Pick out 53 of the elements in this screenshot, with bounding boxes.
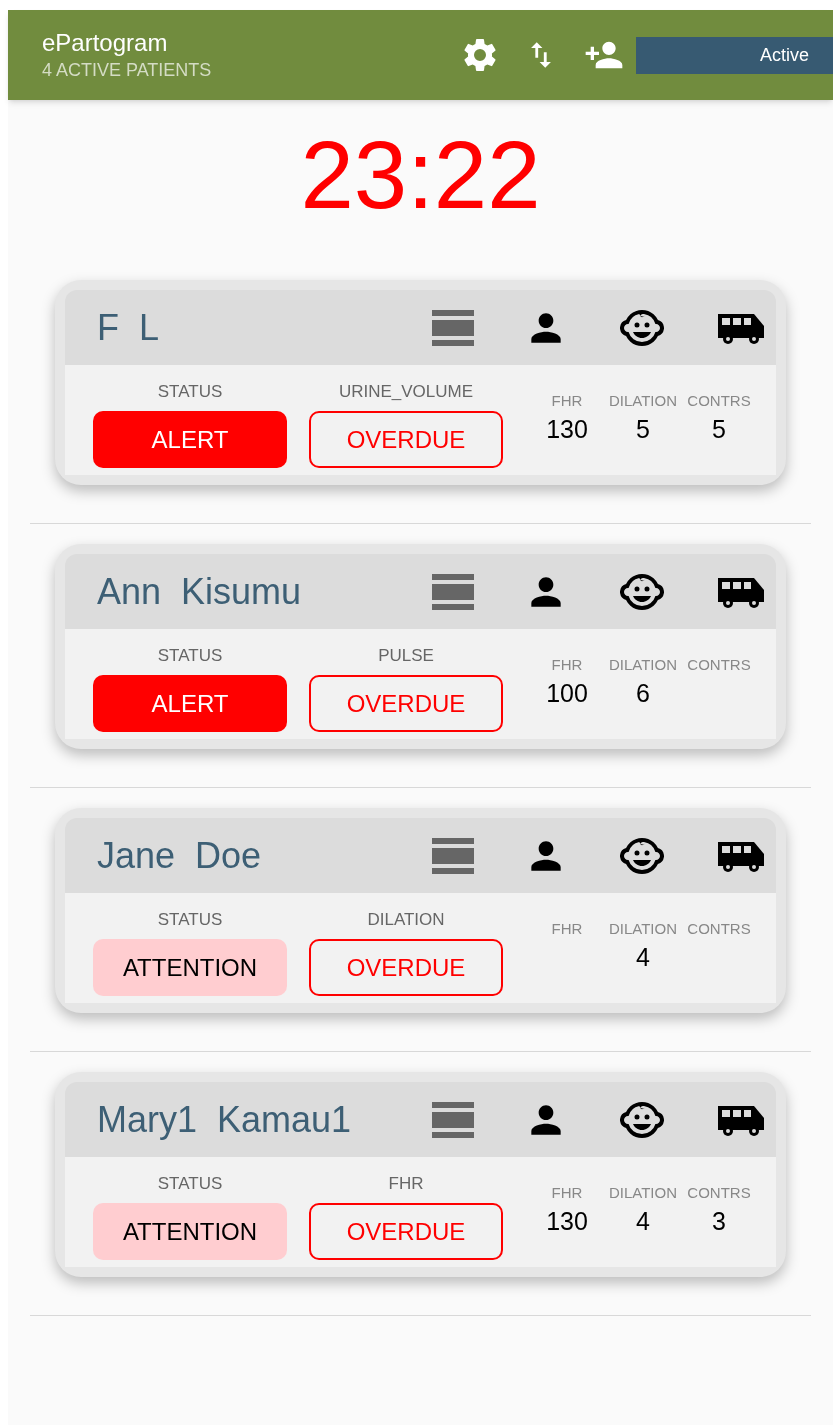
metric-label: DILATION	[608, 919, 678, 939]
list-icon[interactable]	[432, 307, 474, 348]
patient-card[interactable]: F L STATUS ALERT URINE_VOLUME OVERDUE FHR 130 DILATION 5 CONTRS 5	[55, 280, 786, 485]
overdue-badge: OVERDUE	[309, 411, 503, 468]
metric-value: 100	[546, 678, 588, 709]
field-label: STATUS	[157, 909, 223, 931]
overdue-badge: OVERDUE	[309, 1203, 503, 1260]
metric-value: 4	[636, 942, 650, 973]
overdue-badge: OVERDUE	[309, 939, 503, 996]
metric-label: DILATION	[608, 655, 678, 675]
status-badge: ALERT	[93, 675, 287, 732]
field-label: STATUS	[157, 381, 223, 403]
app-title: ePartogram	[42, 28, 169, 58]
metric-label: FHR	[551, 391, 583, 411]
metric-value: 6	[636, 678, 650, 709]
patient-name: F L	[97, 305, 160, 350]
patient-card[interactable]: Ann Kisumu STATUS ALERT PULSE OVERDUE FHR 100 DILATION 6 CONTRS	[55, 544, 786, 749]
patient-count: 4 ACTIVE PATIENTS	[42, 59, 212, 82]
metric-label: DILATION	[608, 1183, 678, 1203]
field-label: DILATION	[367, 909, 445, 931]
patient-card[interactable]: Mary1 Kamau1 STATUS ATTENTION FHR OVERDUE FHR 130 DILATION 4 CONTRS 3	[55, 1072, 786, 1277]
field-label: STATUS	[157, 1173, 223, 1195]
metric-value: 5	[636, 414, 650, 445]
metric-label: CONTRS	[687, 391, 751, 411]
metric-label: FHR	[551, 655, 583, 675]
status-badge: ATTENTION	[93, 1203, 287, 1260]
patient-name: Jane Doe	[97, 833, 263, 878]
field-label: FHR	[388, 1173, 424, 1195]
timer: 23:22	[300, 120, 541, 230]
overdue-badge: OVERDUE	[309, 675, 503, 732]
metric-value: 130	[546, 1206, 588, 1237]
patient-card[interactable]: Jane Doe STATUS ATTENTION DILATION OVERDUE FHR DILATION 4 CONTRS	[55, 808, 786, 1013]
list-icon[interactable]	[432, 1099, 474, 1140]
filter-dropdown[interactable]: Active	[636, 36, 833, 74]
metric-label: CONTRS	[687, 655, 751, 675]
metric-label: CONTRS	[687, 919, 751, 939]
field-label: PULSE	[378, 645, 434, 667]
metric-value: 130	[546, 414, 588, 445]
metric-label: FHR	[551, 1183, 583, 1203]
metric-value: 3	[712, 1206, 726, 1237]
list-icon[interactable]	[432, 571, 474, 612]
metric-label: DILATION	[608, 391, 678, 411]
field-label: URINE_VOLUME	[338, 381, 474, 403]
status-badge: ATTENTION	[93, 939, 287, 996]
metric-value: 5	[712, 414, 726, 445]
metric-value: 4	[636, 1206, 650, 1237]
patient-name: Ann Kisumu	[97, 569, 303, 614]
status-badge: ALERT	[93, 411, 287, 468]
field-label: STATUS	[157, 645, 223, 667]
metric-label: FHR	[551, 919, 583, 939]
list-icon[interactable]	[432, 835, 474, 876]
patient-name: Mary1 Kamau1	[97, 1097, 353, 1142]
metric-label: CONTRS	[687, 1183, 751, 1203]
